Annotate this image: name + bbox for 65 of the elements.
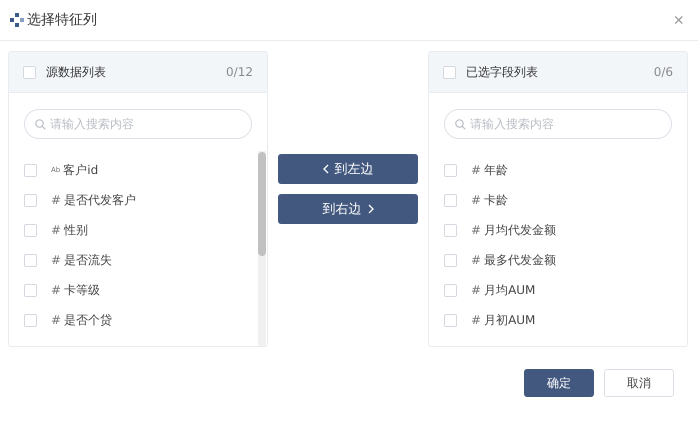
checkbox[interactable] <box>23 66 36 78</box>
transfer-button[interactable]: 到右边 <box>278 194 418 224</box>
type-mark: # <box>471 163 482 177</box>
item-count: 0/12 <box>226 65 253 79</box>
panel-title: 源数据列表 <box>46 64 106 80</box>
checkbox[interactable] <box>24 314 37 326</box>
list-item[interactable]: # 是否个贷 <box>9 305 267 335</box>
checkbox[interactable] <box>24 224 37 236</box>
field-name: 月均代发金额 <box>484 222 556 238</box>
type-mark: # <box>51 223 62 237</box>
field-name: 客户id <box>63 162 98 178</box>
dots-icon <box>10 13 24 27</box>
list-item[interactable]: # 年龄 <box>429 155 687 185</box>
checkbox[interactable] <box>24 164 37 176</box>
checkbox[interactable] <box>444 314 457 326</box>
search-field[interactable]: 请输入搜索内容 <box>444 109 672 139</box>
checkbox[interactable] <box>444 224 457 236</box>
search-field[interactable]: 请输入搜索内容 <box>24 109 252 139</box>
dialog-title: 选择特征列 <box>27 11 97 29</box>
type-mark: # <box>51 313 62 327</box>
checkbox[interactable] <box>24 194 37 206</box>
checkbox[interactable] <box>444 254 457 266</box>
checkbox[interactable] <box>443 66 456 78</box>
list-item[interactable]: # 卡等级 <box>9 275 267 305</box>
chevron-right-icon <box>368 204 374 214</box>
type-mark: # <box>51 193 62 207</box>
type-mark: # <box>471 253 482 267</box>
type-mark: # <box>471 193 482 207</box>
type-mark: # <box>471 223 482 237</box>
field-name: 卡龄 <box>484 192 508 208</box>
chevron-left-icon <box>322 164 328 174</box>
list-item[interactable]: # 月均AUM <box>429 275 687 305</box>
type-mark: # <box>51 253 62 267</box>
cancel-button[interactable]: 取消 <box>604 369 674 397</box>
confirm-button[interactable]: 确定 <box>524 369 594 397</box>
list-item[interactable]: # 是否流失 <box>9 245 267 275</box>
checkbox[interactable] <box>444 194 457 206</box>
field-name: 是否流失 <box>64 252 112 268</box>
list-item[interactable]: # 卡龄 <box>429 185 687 215</box>
type-mark: # <box>51 283 62 297</box>
field-name: 是否个贷 <box>64 312 112 328</box>
item-count: 0/6 <box>654 65 673 79</box>
field-name: 性别 <box>64 222 88 238</box>
field-name: 年龄 <box>484 162 508 178</box>
type-mark: # <box>471 313 482 327</box>
list-item[interactable]: # 性别 <box>9 215 267 245</box>
field-name: 最多代发金额 <box>484 252 556 268</box>
field-name: 月均AUM <box>484 282 536 298</box>
list-item[interactable]: # 最多代发金额 <box>429 245 687 275</box>
checkbox[interactable] <box>24 254 37 266</box>
checkbox[interactable] <box>444 164 457 176</box>
scrollbar[interactable] <box>258 151 266 346</box>
checkbox[interactable] <box>24 284 37 296</box>
field-name: 月初AUM <box>484 312 536 328</box>
transfer-button[interactable]: 到左边 <box>278 154 418 184</box>
list-item[interactable]: # 月初AUM <box>429 305 687 335</box>
list-item[interactable]: # 是否代发客户 <box>9 185 267 215</box>
search-icon <box>35 119 46 130</box>
field-name: 卡等级 <box>64 282 100 298</box>
list-item[interactable]: # 月均代发金额 <box>429 215 687 245</box>
field-name: 是否代发客户 <box>64 192 136 208</box>
panel-title: 已选字段列表 <box>466 64 538 80</box>
type-mark: # <box>471 283 482 297</box>
checkbox[interactable] <box>444 284 457 296</box>
search-icon <box>455 119 466 130</box>
